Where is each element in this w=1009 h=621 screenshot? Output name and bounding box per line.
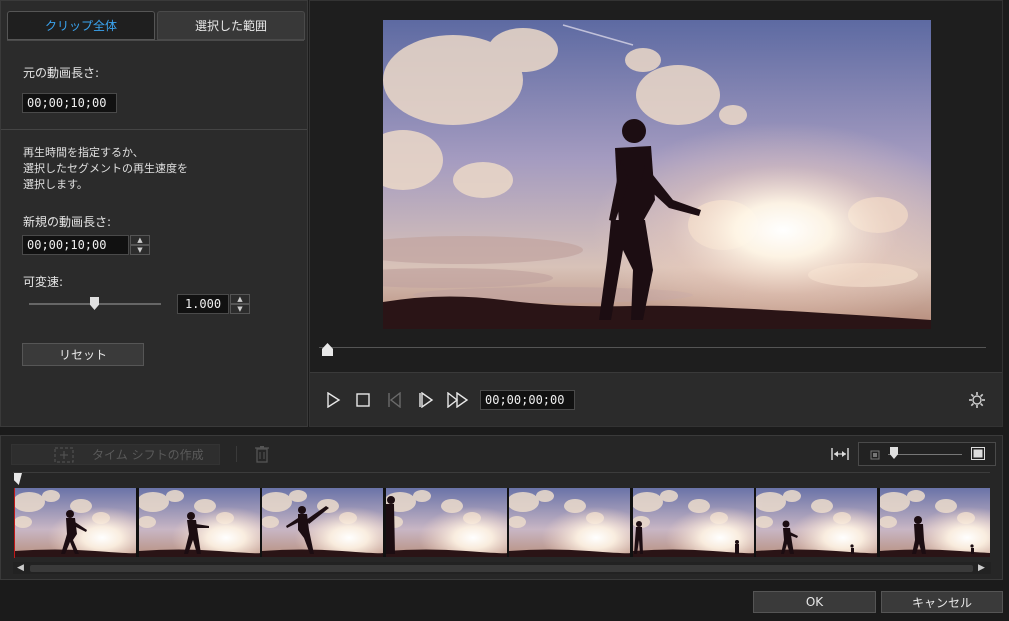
scroll-left-icon[interactable]: ◀: [17, 563, 24, 573]
variable-speed-label: 可変速:: [23, 275, 64, 289]
timeline-thumbnail[interactable]: [138, 488, 260, 557]
play-icon[interactable]: [323, 390, 343, 410]
zoom-in-icon[interactable]: [971, 447, 985, 463]
ok-button[interactable]: OK: [753, 591, 876, 613]
new-length-down-button[interactable]: ▼: [130, 245, 150, 255]
timeline-thumbnail[interactable]: [262, 488, 383, 557]
player-timecode[interactable]: 00;00;00;00: [480, 390, 575, 410]
new-length-label: 新規の動画長さ:: [23, 215, 112, 229]
timeline-thumbnail[interactable]: [756, 488, 877, 557]
create-timeshift-label: タイム シフトの作成: [92, 448, 204, 462]
fast-forward-icon[interactable]: [446, 390, 470, 410]
timeline-thumbnail[interactable]: [15, 488, 136, 557]
reset-button[interactable]: リセット: [22, 343, 144, 366]
seek-bar[interactable]: [319, 347, 986, 348]
timeline-ruler: [13, 472, 990, 473]
scroll-right-icon[interactable]: ▶: [978, 563, 985, 573]
scrollbar-thumb[interactable]: [30, 565, 973, 572]
speed-up-button[interactable]: ▲: [230, 294, 250, 304]
timeline-thumbnail[interactable]: [632, 488, 754, 557]
add-segment-icon: [54, 447, 74, 466]
new-length-up-button[interactable]: ▲: [130, 235, 150, 245]
description-line-2: 選択したセグメントの再生速度を: [23, 162, 188, 175]
tab-selected-range[interactable]: 選択した範囲: [157, 11, 305, 40]
speed-down-button[interactable]: ▼: [230, 304, 250, 314]
description-line-3: 選択します。: [23, 178, 88, 191]
stop-icon[interactable]: [353, 390, 373, 410]
video-preview: [383, 20, 931, 329]
toolbar-separator: [236, 446, 237, 462]
timeline-thumbnail[interactable]: [879, 488, 990, 557]
video-frame-image: [383, 20, 931, 329]
description-line-1: 再生時間を指定するか、: [23, 146, 144, 159]
tab-whole-clip[interactable]: クリップ全体: [7, 11, 155, 40]
timeline-thumbnail[interactable]: [385, 488, 507, 557]
original-length-label: 元の動画長さ:: [23, 66, 100, 80]
previous-frame-icon[interactable]: [385, 390, 405, 410]
speed-value-input[interactable]: 1.000: [177, 294, 229, 314]
thumbnail-strip[interactable]: [15, 488, 990, 557]
section-divider: [1, 129, 307, 130]
new-length-input[interactable]: 00;00;10;00: [22, 235, 129, 255]
player-controls: [310, 372, 1002, 426]
original-length-value: 00;00;10;00: [22, 93, 117, 113]
trash-icon[interactable]: [254, 445, 270, 466]
fit-to-window-icon[interactable]: [830, 447, 850, 464]
tab-divider: [7, 40, 304, 41]
timeline-thumbnail[interactable]: [509, 488, 630, 557]
next-frame-icon[interactable]: [416, 390, 436, 410]
speed-description: 再生時間を指定するか、 選択したセグメントの再生速度を 選択します。: [23, 145, 188, 193]
cancel-button[interactable]: キャンセル: [881, 591, 1003, 613]
zoom-slider-track[interactable]: [888, 454, 962, 455]
gear-icon[interactable]: [967, 390, 987, 410]
create-timeshift-button[interactable]: タイム シフトの作成: [11, 444, 220, 465]
zoom-out-icon[interactable]: [870, 449, 880, 463]
